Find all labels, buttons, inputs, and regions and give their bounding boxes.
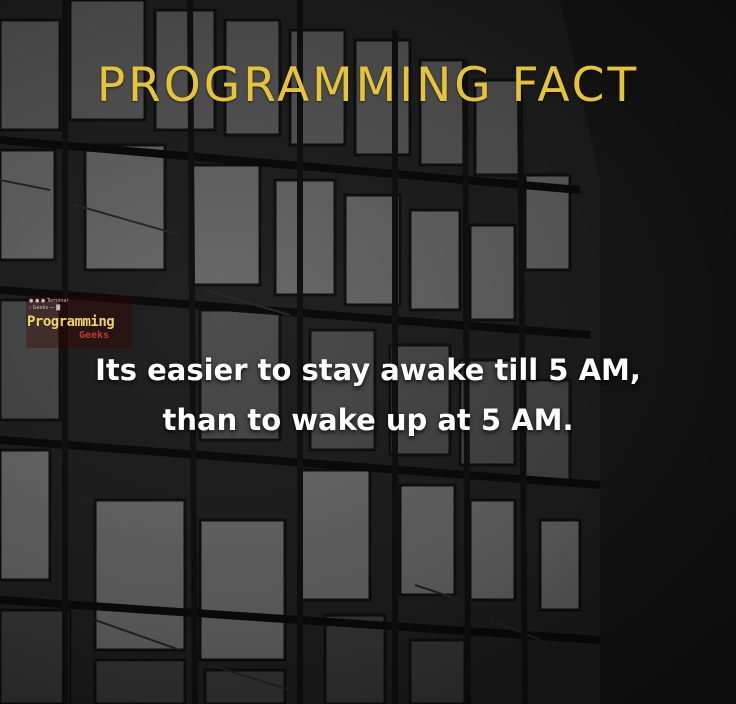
watermark-name-suffix: Geeks [79,330,110,341]
quote-text: Its easier to stay awake till 5 AM, than… [0,345,736,445]
quote-line-1: Its easier to stay awake till 5 AM, [95,353,641,387]
watermark-terminal-label: ● ● ● Terminal [29,298,68,304]
poster: PROGRAMMING FACT ● ● ● Terminal › Geeks … [0,0,736,704]
quote-line-2: than to wake up at 5 AM. [162,403,574,437]
programming-geeks-watermark: ● ● ● Terminal › Geeks — █ Programming G… [26,296,132,348]
watermark-name: Programming [27,314,115,330]
poster-title: PROGRAMMING FACT [96,58,640,113]
watermark-sub-label: › Geeks — █ [29,305,61,311]
